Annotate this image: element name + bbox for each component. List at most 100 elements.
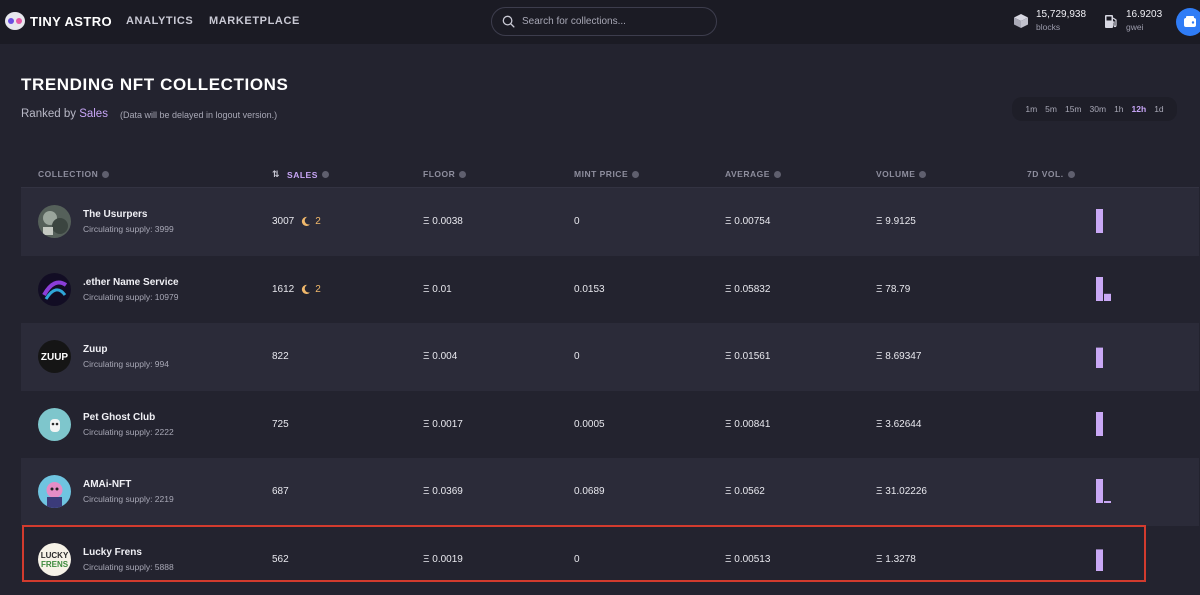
search-input[interactable] (522, 16, 702, 27)
ranked-by-metric[interactable]: Sales (79, 108, 108, 120)
col-sales-label: SALES (287, 169, 318, 180)
volume: Ξ 8.69347 (876, 351, 922, 362)
col-sales[interactable]: ⇅ SALES (272, 169, 329, 180)
wallet-icon (1184, 16, 1196, 27)
table-header: COLLECTION ⇅ SALES FLOOR MINT PRICE AVER… (21, 158, 1199, 188)
block-height-stat: 15,729,938 blocks (1013, 9, 1086, 33)
col-7d-volume-label: 7D VOL. (1027, 169, 1064, 179)
col-volume-label: VOLUME (876, 169, 916, 179)
volume: Ξ 31.02226 (876, 486, 927, 497)
top-bar: TINY ASTRO ANALYTICS MARKETPLACE 15,729,… (0, 0, 1200, 44)
volume: Ξ 3.62644 (876, 418, 922, 430)
table-body: The Usurpers Circulating supply: 3999 30… (21, 188, 1199, 593)
sales-value: 725 (272, 418, 289, 430)
floor-price: Ξ 0.004 (423, 351, 458, 362)
circulating-supply: Circulating supply: 3999 (83, 224, 174, 234)
timeframe-selector: 1m 5m 15m 30m 1h 12h 1d (1012, 97, 1177, 121)
mint-price: 0 (574, 216, 580, 227)
timeframe-1h[interactable]: 1h (1110, 104, 1127, 114)
info-icon[interactable] (459, 170, 467, 178)
moon-count: 2 (315, 283, 321, 295)
sales-value: 687 (272, 486, 289, 497)
collection-avatar[interactable]: LUCKY FRENS (38, 542, 71, 576)
collection-avatar[interactable] (38, 475, 71, 508)
collection-name[interactable]: Lucky Frens (83, 547, 142, 558)
average-price: Ξ 0.05832 (725, 283, 771, 295)
volume: Ξ 1.3278 (876, 553, 916, 565)
timeframe-5m[interactable]: 5m (1041, 104, 1061, 114)
ranked-by: Ranked by Sales (21, 108, 108, 120)
table-row[interactable]: .ether Name Service Circulating supply: … (21, 255, 1199, 323)
7d-volume-chart (1096, 276, 1111, 301)
circulating-supply: Circulating supply: 2222 (83, 426, 174, 437)
timeframe-1d[interactable]: 1d (1150, 104, 1167, 114)
page-title: TRENDING NFT COLLECTIONS (21, 75, 289, 94)
collection-name[interactable]: The Usurpers (83, 209, 147, 220)
brand-logo[interactable]: TINY ASTRO (5, 12, 112, 30)
floor-price: Ξ 0.01 (423, 283, 452, 295)
moon-icon (302, 216, 311, 227)
collection-name[interactable]: AMAi-NFT (83, 479, 131, 490)
collection-name[interactable]: Pet Ghost Club (83, 412, 155, 423)
collections-table: COLLECTION ⇅ SALES FLOOR MINT PRICE AVER… (21, 158, 1199, 593)
collection-avatar[interactable] (38, 407, 71, 441)
col-7d-volume[interactable]: 7D VOL. (1027, 169, 1075, 179)
gas-pump-icon (1105, 15, 1117, 28)
floor-price: Ξ 0.0369 (423, 486, 463, 497)
moon-icon (302, 284, 311, 294)
col-floor-label: FLOOR (423, 169, 456, 179)
mint-price: 0.0153 (574, 283, 605, 295)
wallet-button[interactable] (1176, 8, 1200, 36)
table-row[interactable]: The Usurpers Circulating supply: 3999 30… (21, 188, 1199, 256)
table-row[interactable]: ZUUP Zuup Circulating supply: 994 822 Ξ … (21, 323, 1199, 391)
mint-price: 0 (574, 553, 580, 565)
volume-bar (1104, 501, 1111, 503)
volume-bar (1104, 293, 1111, 301)
mint-price: 0.0005 (574, 418, 605, 430)
gas-price-stat: 16.9203 gwei (1103, 9, 1162, 33)
collection-name[interactable]: Zuup (83, 344, 107, 355)
volume-bar (1096, 479, 1103, 503)
col-mint-price[interactable]: MINT PRICE (574, 169, 640, 179)
col-collection[interactable]: COLLECTION (38, 169, 110, 179)
timeframe-30m[interactable]: 30m (1086, 104, 1111, 114)
col-volume[interactable]: VOLUME (876, 169, 927, 179)
info-icon[interactable] (102, 170, 110, 178)
col-average[interactable]: AVERAGE (725, 169, 781, 179)
table-row[interactable]: AMAi-NFT Circulating supply: 2219 687 Ξ … (21, 458, 1199, 526)
sort-icon[interactable]: ⇅ (272, 169, 280, 180)
7d-volume-chart (1096, 411, 1103, 436)
circulating-supply: Circulating supply: 2219 (83, 494, 174, 504)
timeframe-15m[interactable]: 15m (1061, 104, 1086, 114)
average-price: Ξ 0.00513 (725, 553, 771, 565)
col-floor[interactable]: FLOOR (423, 169, 467, 179)
floor-price: Ξ 0.0038 (423, 216, 463, 227)
sales-value: 1612 (272, 283, 295, 295)
table-row[interactable]: LUCKY FRENS Lucky Frens Circulating suppl… (21, 525, 1199, 593)
collection-avatar[interactable] (38, 205, 71, 238)
floor-price: Ξ 0.0019 (423, 553, 463, 565)
info-icon[interactable] (321, 171, 329, 178)
volume: Ξ 9.9125 (876, 216, 916, 227)
timeframe-12h[interactable]: 12h (1128, 104, 1151, 114)
collection-avatar[interactable] (38, 272, 71, 306)
info-icon[interactable] (919, 170, 927, 178)
timeframe-1m[interactable]: 1m (1021, 104, 1041, 114)
volume-bar (1096, 548, 1103, 571)
cube-icon (1014, 14, 1028, 28)
nav-analytics[interactable]: ANALYTICS (126, 15, 193, 27)
info-icon[interactable] (1067, 170, 1075, 178)
info-icon[interactable] (632, 170, 640, 178)
collection-name[interactable]: .ether Name Service (83, 277, 179, 288)
block-height-unit: blocks (1036, 22, 1061, 32)
info-icon[interactable] (773, 170, 781, 178)
svg-text:LUCKY: LUCKY (41, 551, 69, 560)
volume-bar (1096, 276, 1103, 301)
search-box[interactable] (491, 7, 717, 36)
collection-avatar[interactable]: ZUUP (38, 340, 71, 373)
average-price: Ξ 0.00754 (725, 216, 771, 227)
moon-count: 2 (315, 216, 321, 227)
gas-price-unit: gwei (1126, 22, 1144, 32)
table-row[interactable]: Pet Ghost Club Circulating supply: 2222 … (21, 390, 1199, 458)
nav-marketplace[interactable]: MARKETPLACE (209, 15, 300, 27)
